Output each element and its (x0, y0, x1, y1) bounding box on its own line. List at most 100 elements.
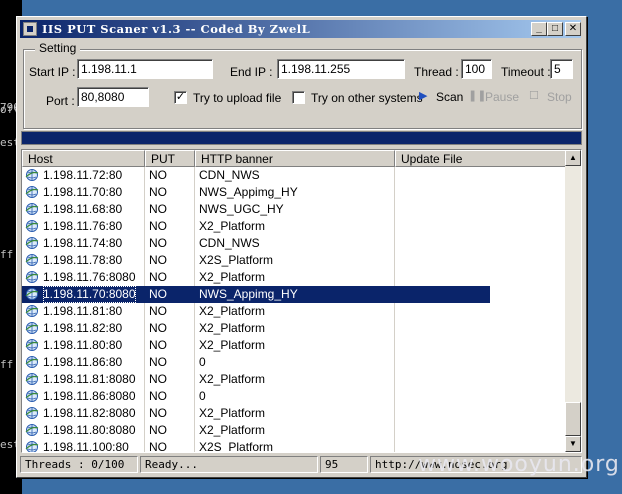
put-cell: NO (149, 287, 167, 301)
put-cell: NO (149, 440, 167, 453)
host-cell: 1.198.11.72:80 (43, 168, 123, 182)
host-cell: 1.198.11.76:8080 (43, 270, 136, 284)
stop-button[interactable]: Stop (547, 90, 572, 104)
scanner-window: IIS PUT Scaner v1.3 -- Coded By ZwelL _ … (16, 16, 587, 478)
vertical-scrollbar[interactable]: ▲ ▼ (565, 150, 581, 452)
host-cell: 1.198.11.76:80 (43, 219, 123, 233)
table-row[interactable]: 1.198.11.76:8080 NO X2_Platform (22, 269, 490, 286)
settings-group-label: Setting (35, 41, 81, 55)
banner-cell: CDN_NWS (199, 168, 260, 182)
banner-cell: X2_Platform (199, 219, 266, 233)
put-cell: NO (149, 321, 167, 335)
table-row[interactable]: 1.198.11.80:8080 NO X2_Platform (22, 422, 490, 439)
column-header-put[interactable]: PUT (145, 150, 195, 167)
table-row[interactable]: 1.198.11.74:80 NO CDN_NWS (22, 235, 490, 252)
banner-cell: NWS_UGC_HY (199, 202, 284, 216)
put-cell: NO (149, 202, 167, 216)
timeout-label: Timeout : (501, 65, 551, 79)
pause-icon: ❚❚ (468, 90, 487, 102)
host-cell: 1.198.11.81:80 (43, 304, 123, 318)
scroll-thumb[interactable] (565, 402, 581, 436)
port-label: Port : (46, 94, 75, 108)
pause-button[interactable]: Pause (485, 90, 519, 104)
column-header-update-file[interactable]: Update File (395, 150, 567, 167)
table-row[interactable]: 1.198.11.70:8080 NO NWS_Appimg_HY (22, 286, 490, 303)
port-field[interactable] (77, 87, 149, 107)
banner-cell: X2_Platform (199, 406, 266, 420)
table-row[interactable]: 1.198.11.80:80 NO X2_Platform (22, 337, 490, 354)
banner-cell: X2_Platform (199, 270, 266, 284)
watermark: www.wooyun.org (418, 452, 620, 477)
play-icon: ▶ (419, 90, 428, 102)
table-row[interactable]: 1.198.11.72:80 NO CDN_NWS (22, 167, 490, 184)
table-row[interactable]: 1.198.11.70:80 NO NWS_Appimg_HY (22, 184, 490, 201)
status-state: Ready... (140, 456, 318, 473)
console-text: ff (0, 248, 14, 261)
banner-cell: X2_Platform (199, 372, 266, 386)
banner-cell: X2_Platform (199, 338, 266, 352)
thread-field[interactable] (461, 59, 492, 79)
end-ip-field[interactable] (277, 59, 405, 79)
progress-bar (21, 131, 582, 145)
put-cell: NO (149, 423, 167, 437)
banner-cell: NWS_Appimg_HY (199, 185, 298, 199)
table-row[interactable]: 1.198.11.86:80 NO 0 (22, 354, 490, 371)
table-row[interactable]: 1.198.11.81:8080 NO X2_Platform (22, 371, 490, 388)
put-cell: NO (149, 355, 167, 369)
table-row[interactable]: 1.198.11.81:80 NO X2_Platform (22, 303, 490, 320)
minimize-button[interactable]: _ (531, 22, 547, 36)
close-button[interactable]: ✕ (565, 22, 581, 36)
table-row[interactable]: 1.198.11.76:80 NO X2_Platform (22, 218, 490, 235)
put-cell: NO (149, 185, 167, 199)
console-text: ff (0, 358, 14, 371)
maximize-button[interactable]: □ (547, 22, 563, 36)
scan-button[interactable]: Scan (436, 90, 463, 104)
scroll-down-arrow[interactable]: ▼ (565, 436, 581, 452)
host-cell: 1.198.11.86:8080 (43, 389, 136, 403)
banner-cell: CDN_NWS (199, 236, 260, 250)
table-row[interactable]: 1.198.11.78:80 NO X2S_Platform (22, 252, 490, 269)
window-title: IIS PUT Scaner v1.3 -- Coded By ZwelL (42, 22, 311, 36)
banner-cell: 0 (199, 355, 206, 369)
put-cell: NO (149, 236, 167, 250)
start-ip-field[interactable] (77, 59, 213, 79)
upload-checkbox[interactable]: ✓ (174, 91, 187, 104)
table-row[interactable]: 1.198.11.82:8080 NO X2_Platform (22, 405, 490, 422)
timeout-field[interactable] (550, 59, 573, 79)
scroll-up-arrow[interactable]: ▲ (565, 150, 581, 166)
put-cell: NO (149, 304, 167, 318)
other-systems-checkbox[interactable] (292, 91, 305, 104)
results-list[interactable]: Host PUT HTTP banner Update File 1.198.1… (21, 149, 582, 453)
host-cell: 1.198.11.68:80 (43, 202, 123, 216)
start-ip-label: Start IP : (29, 65, 76, 79)
host-cell: 1.198.11.86:80 (43, 355, 123, 369)
upload-checkbox-label[interactable]: Try to upload file (193, 91, 281, 105)
table-row[interactable]: 1.198.11.82:80 NO X2_Platform (22, 320, 490, 337)
put-cell: NO (149, 270, 167, 284)
host-cell: 1.198.11.82:8080 (43, 406, 136, 420)
banner-cell: X2S_Platform (199, 253, 274, 267)
banner-cell: X2_Platform (199, 423, 266, 437)
status-count: 95 (320, 456, 368, 473)
banner-cell: X2_Platform (199, 321, 266, 335)
title-bar[interactable]: IIS PUT Scaner v1.3 -- Coded By ZwelL _ … (20, 20, 581, 38)
table-row[interactable]: 1.198.11.68:80 NO NWS_UGC_HY (22, 201, 490, 218)
other-systems-label[interactable]: Try on other systems (311, 91, 423, 105)
banner-cell: 0 (199, 389, 206, 403)
host-cell: 1.198.11.74:80 (43, 236, 123, 250)
put-cell: NO (149, 389, 167, 403)
column-header-host[interactable]: Host (22, 150, 145, 167)
table-row[interactable]: 1.198.11.100:80 NO X2S_Platform (22, 439, 490, 453)
host-cell: 1.198.11.100:80 (43, 440, 129, 453)
banner-cell: X2_Platform (199, 304, 266, 318)
put-cell: NO (149, 219, 167, 233)
end-ip-label: End IP : (230, 65, 273, 79)
status-threads: Threads : 0/100 (20, 456, 138, 473)
put-cell: NO (149, 338, 167, 352)
column-header-banner[interactable]: HTTP banner (195, 150, 395, 167)
host-cell: 1.198.11.82:80 (43, 321, 123, 335)
host-cell: 1.198.11.70:80 (43, 185, 123, 199)
host-cell: 1.198.11.80:8080 (43, 423, 136, 437)
table-row[interactable]: 1.198.11.86:8080 NO 0 (22, 388, 490, 405)
stop-icon: ☐ (529, 90, 539, 102)
